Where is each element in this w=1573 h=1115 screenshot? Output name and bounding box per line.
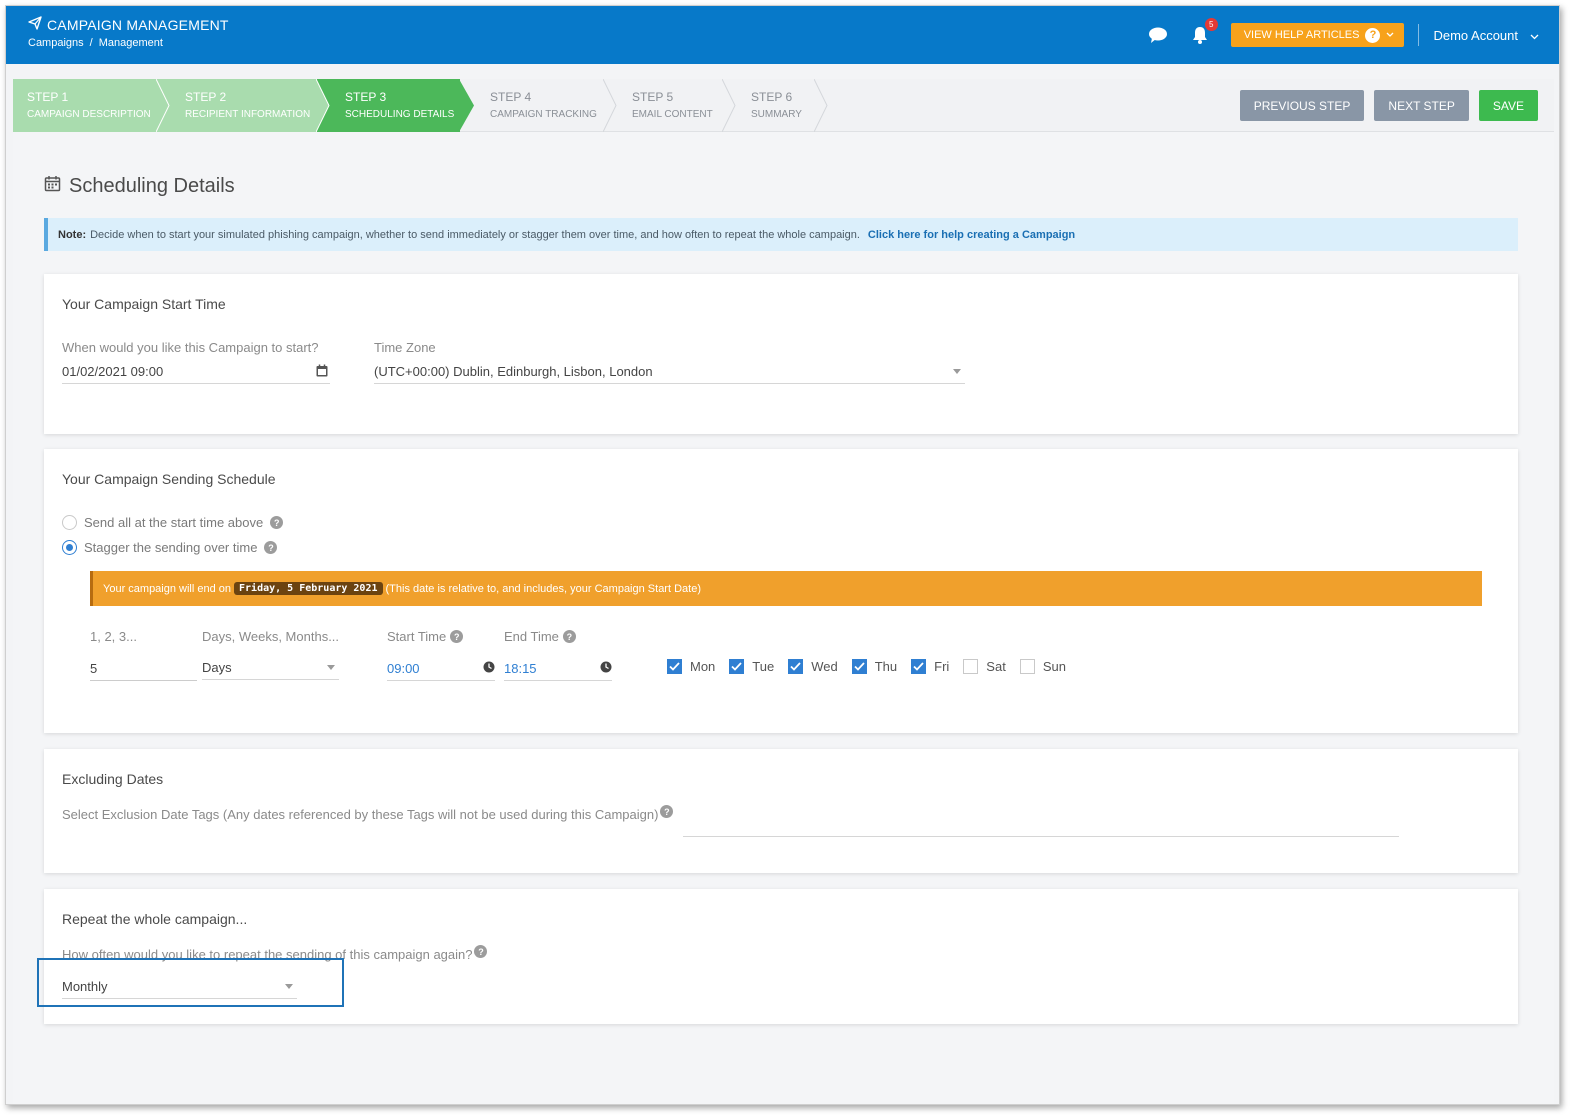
send-all-radio[interactable] [62,515,77,530]
send-all-option[interactable]: Send all at the start time above ? [62,515,284,530]
day-sat[interactable]: Sat [963,659,1006,674]
checkbox-tue[interactable] [729,659,745,674]
paper-plane-icon [28,16,42,33]
day-wed[interactable]: Wed [788,659,838,674]
day-sun[interactable]: Sun [1019,659,1066,674]
day-thu[interactable]: Thu [851,659,897,674]
account-menu[interactable]: Demo Account [1433,28,1539,43]
time-zone-select[interactable]: (UTC+00:00) Dublin, Edinburgh, Lisbon, L… [374,360,965,384]
checkbox-mon[interactable] [667,659,682,674]
step-2-recipient-information[interactable]: STEP 2 RECIPIENT INFORMATION [157,79,317,132]
app-title: CAMPAIGN MANAGEMENT [28,16,229,33]
help-icon[interactable]: ? [562,630,576,643]
brand: CAMPAIGN MANAGEMENT Campaigns / Management [28,16,229,49]
exclusion-tags-label: Select Exclusion Date Tags (Any dates re… [62,805,674,822]
checkbox-sun[interactable] [1019,659,1035,674]
save-button[interactable]: SAVE [1478,90,1538,121]
clock-icon[interactable] [483,661,495,676]
day-mon[interactable]: Mon [667,659,715,674]
calendar-icon[interactable] [316,364,328,380]
excluding-dates-title: Excluding Dates [62,771,164,787]
exclusion-tags-input[interactable] [683,813,1399,837]
wizard-steps-bar: STEP 1 CAMPAIGN DESCRIPTION STEP 2 RECIP… [13,79,1554,132]
breadcrumb-campaigns[interactable]: Campaigns [28,37,84,49]
clock-icon[interactable] [600,661,612,676]
count-label: 1, 2, 3... [90,629,137,644]
checkbox-wed[interactable] [788,659,804,674]
step-3-scheduling-details[interactable]: STEP 3 SCHEDULING DETAILS [317,79,460,132]
step-arrow [156,79,170,132]
previous-step-button[interactable]: PREVIOUS STEP [1239,90,1365,121]
step-actions: PREVIOUS STEP NEXT STEP SAVE [1239,90,1538,121]
dropdown-caret-icon [327,665,335,670]
top-header: CAMPAIGN MANAGEMENT Campaigns / Management… [6,6,1559,64]
end-time-input[interactable]: 18:15 [504,657,612,681]
unit-label: Days, Weeks, Months... [202,629,340,644]
view-help-articles-button[interactable]: VIEW HELP ARTICLES ? [1230,23,1405,47]
step-1-campaign-description[interactable]: STEP 1 CAMPAIGN DESCRIPTION [13,79,157,132]
campaign-end-date: Friday, 5 February 2021 [234,582,383,595]
checkbox-fri[interactable] [911,659,927,674]
checkbox-sat[interactable] [963,659,979,674]
help-icon[interactable]: ? [474,945,488,958]
weekday-checkboxes: Mon Tue Wed Thu Fri Sat Sun [667,659,1080,674]
step-6-summary[interactable]: STEP 6 SUMMARY [723,79,815,132]
help-creating-campaign-link[interactable]: Click here for help creating a Campaign [868,229,1075,241]
breadcrumb: Campaigns / Management [28,37,163,49]
notification-badge: 5 [1204,18,1218,31]
main-panel: STEP 1 CAMPAIGN DESCRIPTION STEP 2 RECIP… [13,79,1554,1104]
page-title: Scheduling Details [44,175,235,198]
help-icon[interactable]: ? [270,516,284,529]
repeat-campaign-title: Repeat the whole campaign... [62,911,248,927]
breadcrumb-management[interactable]: Management [99,37,163,49]
header-divider [1418,24,1420,46]
time-zone-label: Time Zone [374,340,436,355]
wizard-steps: STEP 1 CAMPAIGN DESCRIPTION STEP 2 RECIP… [13,79,828,132]
checkbox-thu[interactable] [851,659,867,674]
step-arrow [459,79,474,132]
campaign-end-warning: Your campaign will end on Friday, 5 Febr… [90,571,1482,606]
help-icon[interactable]: ? [450,630,464,643]
step-4-campaign-tracking[interactable]: STEP 4 CAMPAIGN TRACKING [460,79,604,132]
start-date-label: When would you like this Campaign to sta… [62,340,319,355]
start-time-card: Your Campaign Start Time When would you … [44,274,1518,434]
unit-select[interactable]: Days [202,656,339,680]
chevron-down-icon [1530,28,1539,43]
step-arrow [316,79,330,132]
next-step-button[interactable]: NEXT STEP [1374,90,1469,121]
step-arrow [603,79,617,132]
header-actions: 5 VIEW HELP ARTICLES ? Demo Account [1147,6,1539,64]
stagger-option[interactable]: Stagger the sending over time ? [62,540,278,555]
step-arrow [722,79,736,132]
day-fri[interactable]: Fri [911,659,949,674]
count-input[interactable]: 5 [90,657,197,681]
excluding-dates-card: Excluding Dates Select Exclusion Date Ta… [44,749,1518,873]
help-icon[interactable]: ? [660,805,674,818]
start-time-label: Start Time ? [387,629,464,644]
chevron-down-icon [1386,29,1394,41]
sending-schedule-card: Your Campaign Sending Schedule Send all … [44,449,1518,733]
end-time-label: End Time ? [504,629,576,644]
step-5-email-content[interactable]: STEP 5 EMAIL CONTENT [604,79,723,132]
dropdown-caret-icon [953,369,961,374]
calendar-icon [44,175,61,198]
app-window: CAMPAIGN MANAGEMENT Campaigns / Management… [5,5,1560,1105]
start-time-input[interactable]: 09:00 [387,657,495,681]
start-time-title: Your Campaign Start Time [62,296,226,312]
bell-icon[interactable]: 5 [1189,18,1218,46]
sending-schedule-title: Your Campaign Sending Schedule [62,471,276,487]
help-icon[interactable]: ? [264,541,278,554]
focus-highlight-box [37,958,344,1007]
day-tue[interactable]: Tue [729,659,774,674]
note-banner: Note: Decide when to start your simulate… [44,218,1518,251]
step-arrow [814,79,828,132]
question-icon: ? [1365,27,1381,43]
stagger-radio[interactable] [62,540,77,555]
start-date-input[interactable]: 01/02/2021 09:00 [62,360,330,384]
chat-icon[interactable] [1147,24,1169,46]
